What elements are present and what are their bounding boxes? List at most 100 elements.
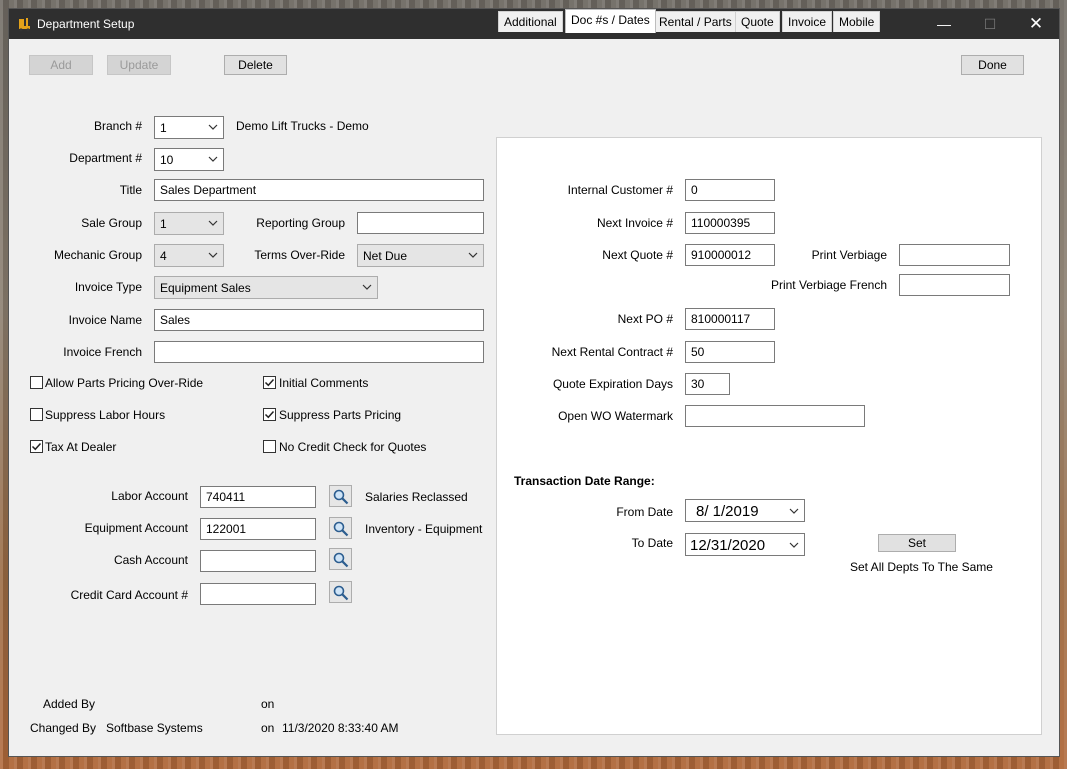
tab-doc-numbers-dates[interactable]: Doc #s / Dates — [565, 9, 656, 33]
labor-account-input[interactable]: 740411 — [200, 486, 316, 508]
to-date-value: 12/31/2020 — [690, 537, 766, 554]
set-all-depts-note: Set All Depts To The Same — [850, 560, 993, 574]
forklift-app-icon — [19, 18, 30, 32]
department-value: 10 — [160, 153, 174, 167]
window-title: Department Setup — [37, 17, 135, 31]
next-quote-input[interactable]: 910000012 — [685, 244, 775, 266]
next-po-label: Next PO # — [617, 312, 673, 326]
next-po-input[interactable]: 810000117 — [685, 308, 775, 330]
print-verbiage-french-input[interactable] — [899, 274, 1010, 296]
labor-account-lookup-button[interactable] — [329, 485, 352, 507]
suppress-labor-label: Suppress Labor Hours — [45, 408, 166, 422]
cash-account-lookup-button[interactable] — [329, 548, 352, 570]
mechanic-group-value: 4 — [160, 249, 167, 263]
tax-at-dealer-label: Tax At Dealer — [45, 440, 117, 454]
mechanic-group-select[interactable]: 4 — [154, 244, 224, 267]
chevron-down-icon — [208, 252, 218, 258]
minimize-icon: — — [937, 16, 951, 32]
to-date-label: To Date — [631, 536, 673, 550]
credit-card-account-input[interactable] — [200, 583, 316, 605]
add-button[interactable]: Add — [29, 55, 93, 75]
branch-name: Demo Lift Trucks - Demo — [236, 119, 369, 133]
credit-card-account-lookup-button[interactable] — [329, 581, 352, 603]
to-date-picker[interactable]: 12/31/2020 — [685, 533, 805, 556]
tab-mobile[interactable]: Mobile — [833, 11, 881, 32]
changed-by-value: Softbase Systems — [106, 721, 203, 735]
equipment-account-lookup-button[interactable] — [329, 517, 352, 539]
invoice-name-input[interactable]: Sales — [154, 309, 484, 331]
chevron-down-icon — [362, 284, 372, 290]
invoice-type-label: Invoice Type — [74, 280, 142, 294]
tax-at-dealer-checkbox[interactable] — [30, 440, 43, 453]
quote-expiration-label: Quote Expiration Days — [552, 377, 673, 391]
next-invoice-input[interactable]: 110000395 — [685, 212, 775, 234]
invoice-type-value: Equipment Sales — [160, 281, 251, 295]
close-button[interactable]: ✕ — [1013, 9, 1059, 39]
sale-group-value: 1 — [160, 217, 167, 231]
quote-expiration-input[interactable]: 30 — [685, 373, 730, 395]
allow-parts-pricing-checkbox[interactable] — [30, 376, 43, 389]
credit-card-account-label: Credit Card Account # — [70, 588, 188, 602]
branch-label: Branch # — [93, 119, 142, 133]
chevron-down-icon — [208, 156, 218, 162]
invoice-french-input[interactable] — [154, 341, 484, 363]
no-credit-check-checkbox[interactable] — [263, 440, 276, 453]
reporting-group-input[interactable] — [357, 212, 484, 234]
maximize-icon: ☐ — [983, 16, 997, 32]
print-verbiage-label: Print Verbiage — [811, 248, 887, 262]
next-rental-contract-input[interactable]: 50 — [685, 341, 775, 363]
tab-invoice[interactable]: Invoice — [782, 11, 833, 32]
tab-quote[interactable]: Quote — [735, 11, 780, 32]
changed-on-value: 11/3/2020 8:33:40 AM — [282, 721, 399, 735]
changed-by-label: Changed By — [30, 721, 97, 735]
branch-value: 1 — [160, 121, 167, 135]
from-date-label: From Date — [616, 505, 673, 519]
no-credit-check-label: No Credit Check for Quotes — [279, 440, 427, 454]
close-icon: ✕ — [1028, 14, 1044, 33]
suppress-parts-label: Suppress Parts Pricing — [279, 408, 402, 422]
print-verbiage-french-label: Print Verbiage French — [770, 278, 887, 292]
terms-override-label: Terms Over-Ride — [254, 248, 345, 262]
internal-customer-label: Internal Customer # — [567, 183, 673, 197]
sale-group-select[interactable]: 1 — [154, 212, 224, 235]
magnifier-icon — [333, 585, 349, 601]
open-wo-watermark-input[interactable] — [685, 405, 865, 427]
maximize-button[interactable]: ☐ — [967, 9, 1013, 39]
cash-account-input[interactable] — [200, 550, 316, 572]
added-by-label: Added By — [43, 697, 96, 711]
done-button[interactable]: Done — [961, 55, 1024, 75]
terms-override-select[interactable]: Net Due — [357, 244, 484, 267]
cash-account-label: Cash Account — [113, 553, 188, 567]
allow-parts-pricing-label: Allow Parts Pricing Over-Ride — [45, 376, 204, 390]
branch-select[interactable]: 1 — [154, 116, 224, 139]
checkmark-icon — [264, 378, 275, 387]
suppress-parts-checkbox[interactable] — [263, 408, 276, 421]
initial-comments-checkbox[interactable] — [263, 376, 276, 389]
chevron-down-icon — [208, 124, 218, 130]
chevron-down-icon — [789, 542, 799, 548]
changed-on-label: on — [261, 721, 275, 735]
next-invoice-label: Next Invoice # — [596, 216, 673, 230]
reporting-group-label: Reporting Group — [256, 216, 345, 230]
internal-customer-input[interactable]: 0 — [685, 179, 775, 201]
minimize-button[interactable]: — — [921, 9, 967, 39]
magnifier-icon — [333, 521, 349, 537]
update-button[interactable]: Update — [107, 55, 171, 75]
set-button[interactable]: Set — [878, 534, 956, 552]
suppress-labor-checkbox[interactable] — [30, 408, 43, 421]
print-verbiage-input[interactable] — [899, 244, 1010, 266]
equipment-account-input[interactable]: 122001 — [200, 518, 316, 540]
tab-additional[interactable]: Additional — [498, 11, 563, 32]
title-input[interactable]: Sales Department — [154, 179, 484, 201]
from-date-picker[interactable]: 8/ 1/2019 — [685, 499, 805, 522]
invoice-name-label: Invoice Name — [68, 313, 142, 327]
delete-button[interactable]: Delete — [224, 55, 287, 75]
initial-comments-label: Initial Comments — [279, 376, 369, 390]
magnifier-icon — [333, 489, 349, 505]
tab-rental-parts[interactable]: Rental / Parts — [653, 11, 738, 32]
invoice-type-select[interactable]: Equipment Sales — [154, 276, 378, 299]
department-select[interactable]: 10 — [154, 148, 224, 171]
magnifier-icon — [333, 552, 349, 568]
checkmark-icon — [31, 442, 42, 451]
chevron-down-icon — [468, 252, 478, 258]
